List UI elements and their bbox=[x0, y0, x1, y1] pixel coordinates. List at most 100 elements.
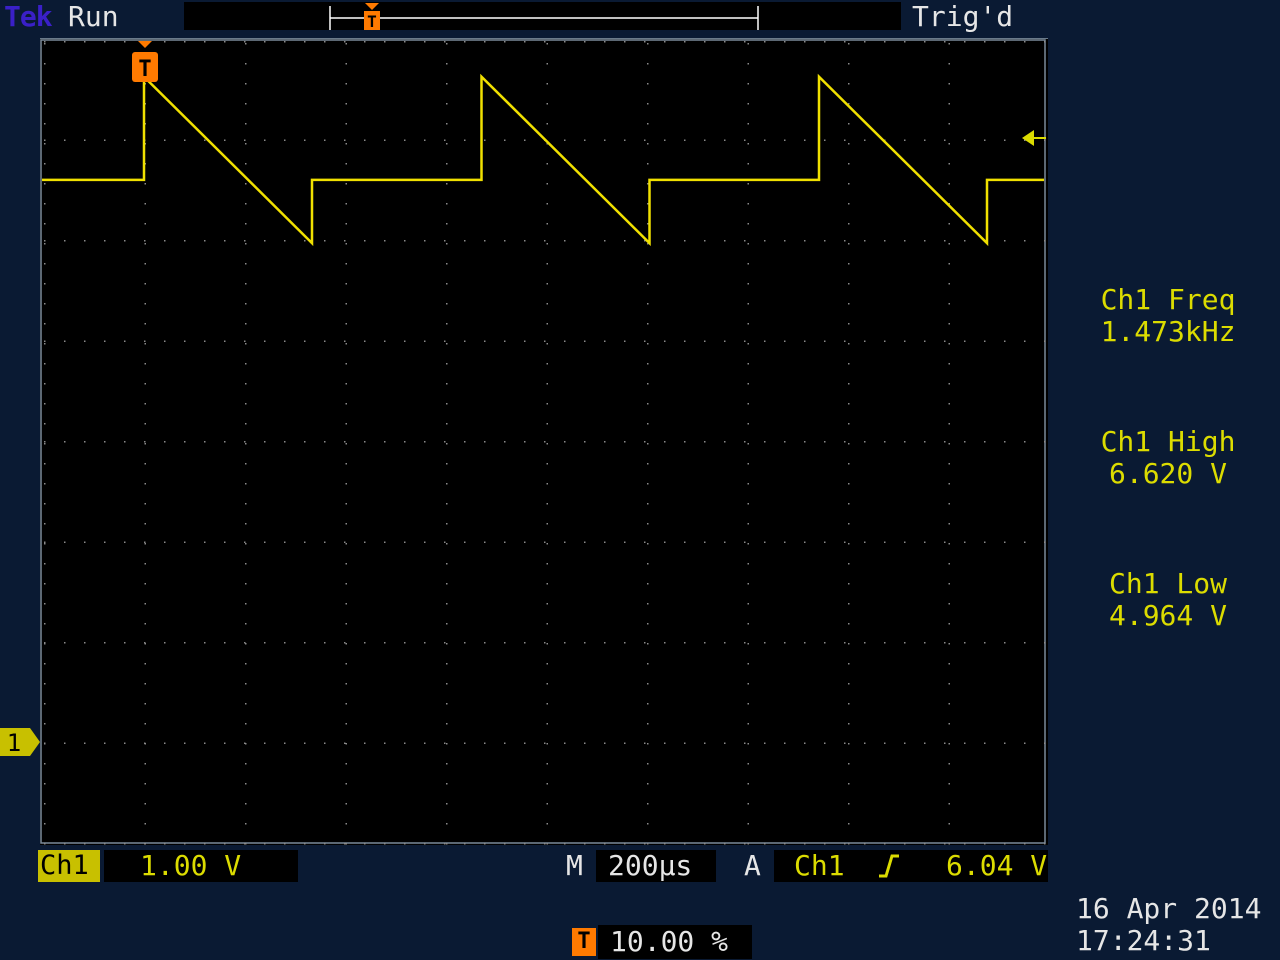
grid-dot bbox=[344, 642, 346, 644]
grid-dot bbox=[444, 541, 446, 543]
grid-dot bbox=[747, 243, 749, 245]
grid-dot bbox=[684, 541, 686, 543]
grid-dot bbox=[304, 541, 306, 543]
record-view-graphic: T bbox=[329, 3, 759, 31]
grid-dot bbox=[364, 541, 366, 543]
grid-dot bbox=[204, 41, 206, 43]
grid-dot bbox=[948, 243, 950, 245]
grid-dot bbox=[584, 642, 586, 644]
grid-dot bbox=[245, 383, 247, 385]
grid-dot bbox=[647, 703, 649, 705]
grid-dot bbox=[844, 441, 846, 443]
grid-dot bbox=[484, 642, 486, 644]
grid-dot bbox=[664, 340, 666, 342]
grid-dot bbox=[564, 240, 566, 242]
grid-dot bbox=[647, 323, 649, 325]
grid-dot bbox=[684, 340, 686, 342]
grid-dot bbox=[446, 403, 448, 405]
grid-dot bbox=[345, 543, 347, 545]
grid-dot bbox=[884, 843, 886, 845]
grid-dot bbox=[604, 742, 606, 744]
grid-dot bbox=[44, 583, 46, 585]
grid-dot bbox=[747, 303, 749, 305]
grid-dot bbox=[964, 541, 966, 543]
grid-dot bbox=[747, 403, 749, 405]
grid-dot bbox=[264, 240, 266, 242]
grid-dot bbox=[1024, 240, 1026, 242]
grid-dot bbox=[264, 742, 266, 744]
grid-dot bbox=[584, 41, 586, 43]
grid-dot bbox=[564, 642, 566, 644]
measurement-value: 1.473kHz bbox=[1100, 315, 1236, 348]
grid-dot bbox=[504, 843, 506, 845]
grid-dot bbox=[245, 323, 247, 325]
grid-dot bbox=[948, 783, 950, 785]
grid-dot bbox=[484, 139, 486, 141]
grid-dot bbox=[764, 41, 766, 43]
grid-dot bbox=[704, 642, 706, 644]
grid-dot bbox=[124, 541, 126, 543]
grid-dot bbox=[484, 240, 486, 242]
grid-dot bbox=[848, 783, 850, 785]
ch1-ground-marker[interactable]: 1 bbox=[0, 726, 42, 760]
grid-dot bbox=[324, 843, 326, 845]
grid-dot bbox=[948, 283, 950, 285]
grid-dot bbox=[1024, 340, 1026, 342]
grid-dot bbox=[245, 803, 247, 805]
grid-dot bbox=[984, 541, 986, 543]
grid-dot bbox=[924, 742, 926, 744]
grid-dot bbox=[944, 642, 946, 644]
grid-dot bbox=[245, 763, 247, 765]
grid-dot bbox=[484, 541, 486, 543]
grid-dot bbox=[647, 503, 649, 505]
channel-badge[interactable]: Ch1 bbox=[38, 850, 100, 882]
grid-dot bbox=[284, 41, 286, 43]
grid-dot bbox=[704, 139, 706, 141]
grid-dot bbox=[446, 343, 448, 345]
grid-dot bbox=[784, 843, 786, 845]
grid-dot bbox=[64, 340, 66, 342]
grid-dot bbox=[446, 63, 448, 65]
grid-dot bbox=[444, 41, 446, 43]
grid-dot bbox=[446, 763, 448, 765]
grid-dot bbox=[264, 642, 266, 644]
grid-dot bbox=[744, 441, 746, 443]
grid-dot bbox=[544, 742, 546, 744]
grid-dot bbox=[244, 139, 246, 141]
horizontal-position-value[interactable]: 10.00 % bbox=[610, 925, 728, 958]
grid-dot bbox=[948, 503, 950, 505]
grid-dot bbox=[784, 541, 786, 543]
grid-dot bbox=[324, 41, 326, 43]
rising-edge-icon bbox=[879, 854, 899, 878]
grid-dot bbox=[1004, 742, 1006, 744]
grid-dot bbox=[104, 441, 106, 443]
grid-dot bbox=[884, 642, 886, 644]
grid-dot bbox=[848, 803, 850, 805]
grid-dot bbox=[345, 743, 347, 745]
grid-dot bbox=[747, 683, 749, 685]
grid-dot bbox=[244, 240, 246, 242]
grid-dot bbox=[546, 623, 548, 625]
measurement-low: Ch1 Low 4.964 V bbox=[1068, 568, 1268, 632]
grid-dot bbox=[984, 340, 986, 342]
grid-dot bbox=[664, 41, 666, 43]
grid-dot bbox=[1004, 541, 1006, 543]
grid-dot bbox=[704, 742, 706, 744]
grid-dot bbox=[864, 541, 866, 543]
grid-dot bbox=[944, 240, 946, 242]
grid-dot bbox=[404, 541, 406, 543]
brand-logo: Tek bbox=[4, 0, 53, 33]
grid-dot bbox=[744, 340, 746, 342]
grid-dot bbox=[824, 139, 826, 141]
grid-dot bbox=[546, 743, 548, 745]
grid-dot bbox=[446, 483, 448, 485]
grid-dot bbox=[245, 723, 247, 725]
grid-dot bbox=[345, 763, 347, 765]
grid-dot bbox=[345, 83, 347, 85]
grid-dot bbox=[345, 423, 347, 425]
grid-dot bbox=[44, 163, 46, 165]
grid-dot bbox=[84, 742, 86, 744]
grid-dot bbox=[964, 240, 966, 242]
waveform-display: T bbox=[40, 38, 1051, 845]
grid-dot bbox=[245, 463, 247, 465]
